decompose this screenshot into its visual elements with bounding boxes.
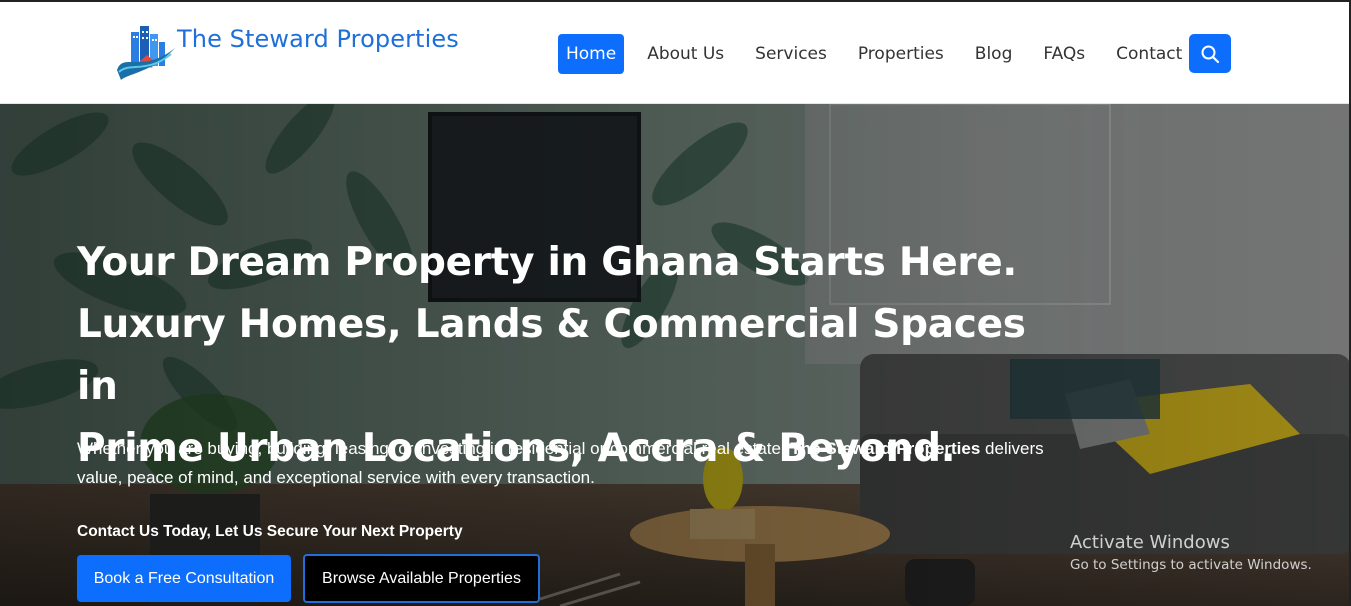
- hero-title-line-2: Luxury Homes, Lands & Commercial Spaces …: [77, 302, 1026, 409]
- hero-title-line-1: Your Dream Property in Ghana Starts Here…: [77, 240, 1017, 285]
- cta-label: Contact Us Today, Let Us Secure Your Nex…: [77, 523, 463, 540]
- search-button[interactable]: [1189, 34, 1231, 73]
- nav-services[interactable]: Services: [747, 34, 835, 74]
- hero-desc-brand: The Steward Properties: [790, 439, 981, 458]
- browse-properties-button[interactable]: Browse Available Properties: [303, 554, 540, 603]
- site-header: The Steward Properties Home About Us Ser…: [0, 0, 1351, 104]
- search-icon: [1201, 45, 1220, 63]
- main-nav: Home About Us Services Properties Blog F…: [558, 34, 1205, 74]
- hero-description: Whether you are buying, building, leasin…: [77, 434, 1067, 492]
- hero-section: Your Dream Property in Ghana Starts Here…: [0, 104, 1351, 606]
- nav-contact[interactable]: Contact: [1108, 34, 1190, 74]
- activate-windows-watermark: Activate Windows Go to Settings to activ…: [1070, 532, 1312, 573]
- nav-properties[interactable]: Properties: [850, 34, 952, 74]
- nav-home[interactable]: Home: [558, 34, 625, 74]
- brand-name: The Steward Properties: [177, 25, 459, 53]
- buildings-logo-icon: [117, 26, 175, 80]
- brand-logo[interactable]: The Steward Properties: [113, 22, 459, 82]
- nav-faqs[interactable]: FAQs: [1035, 34, 1093, 74]
- watermark-title: Activate Windows: [1070, 532, 1230, 553]
- watermark-subtitle: Go to Settings to activate Windows.: [1070, 557, 1312, 573]
- hero-desc-part-1: Whether you are buying, building, leasin…: [77, 439, 791, 458]
- book-consultation-button[interactable]: Book a Free Consultation: [77, 555, 291, 602]
- nav-blog[interactable]: Blog: [967, 34, 1021, 74]
- nav-about-us[interactable]: About Us: [639, 34, 732, 74]
